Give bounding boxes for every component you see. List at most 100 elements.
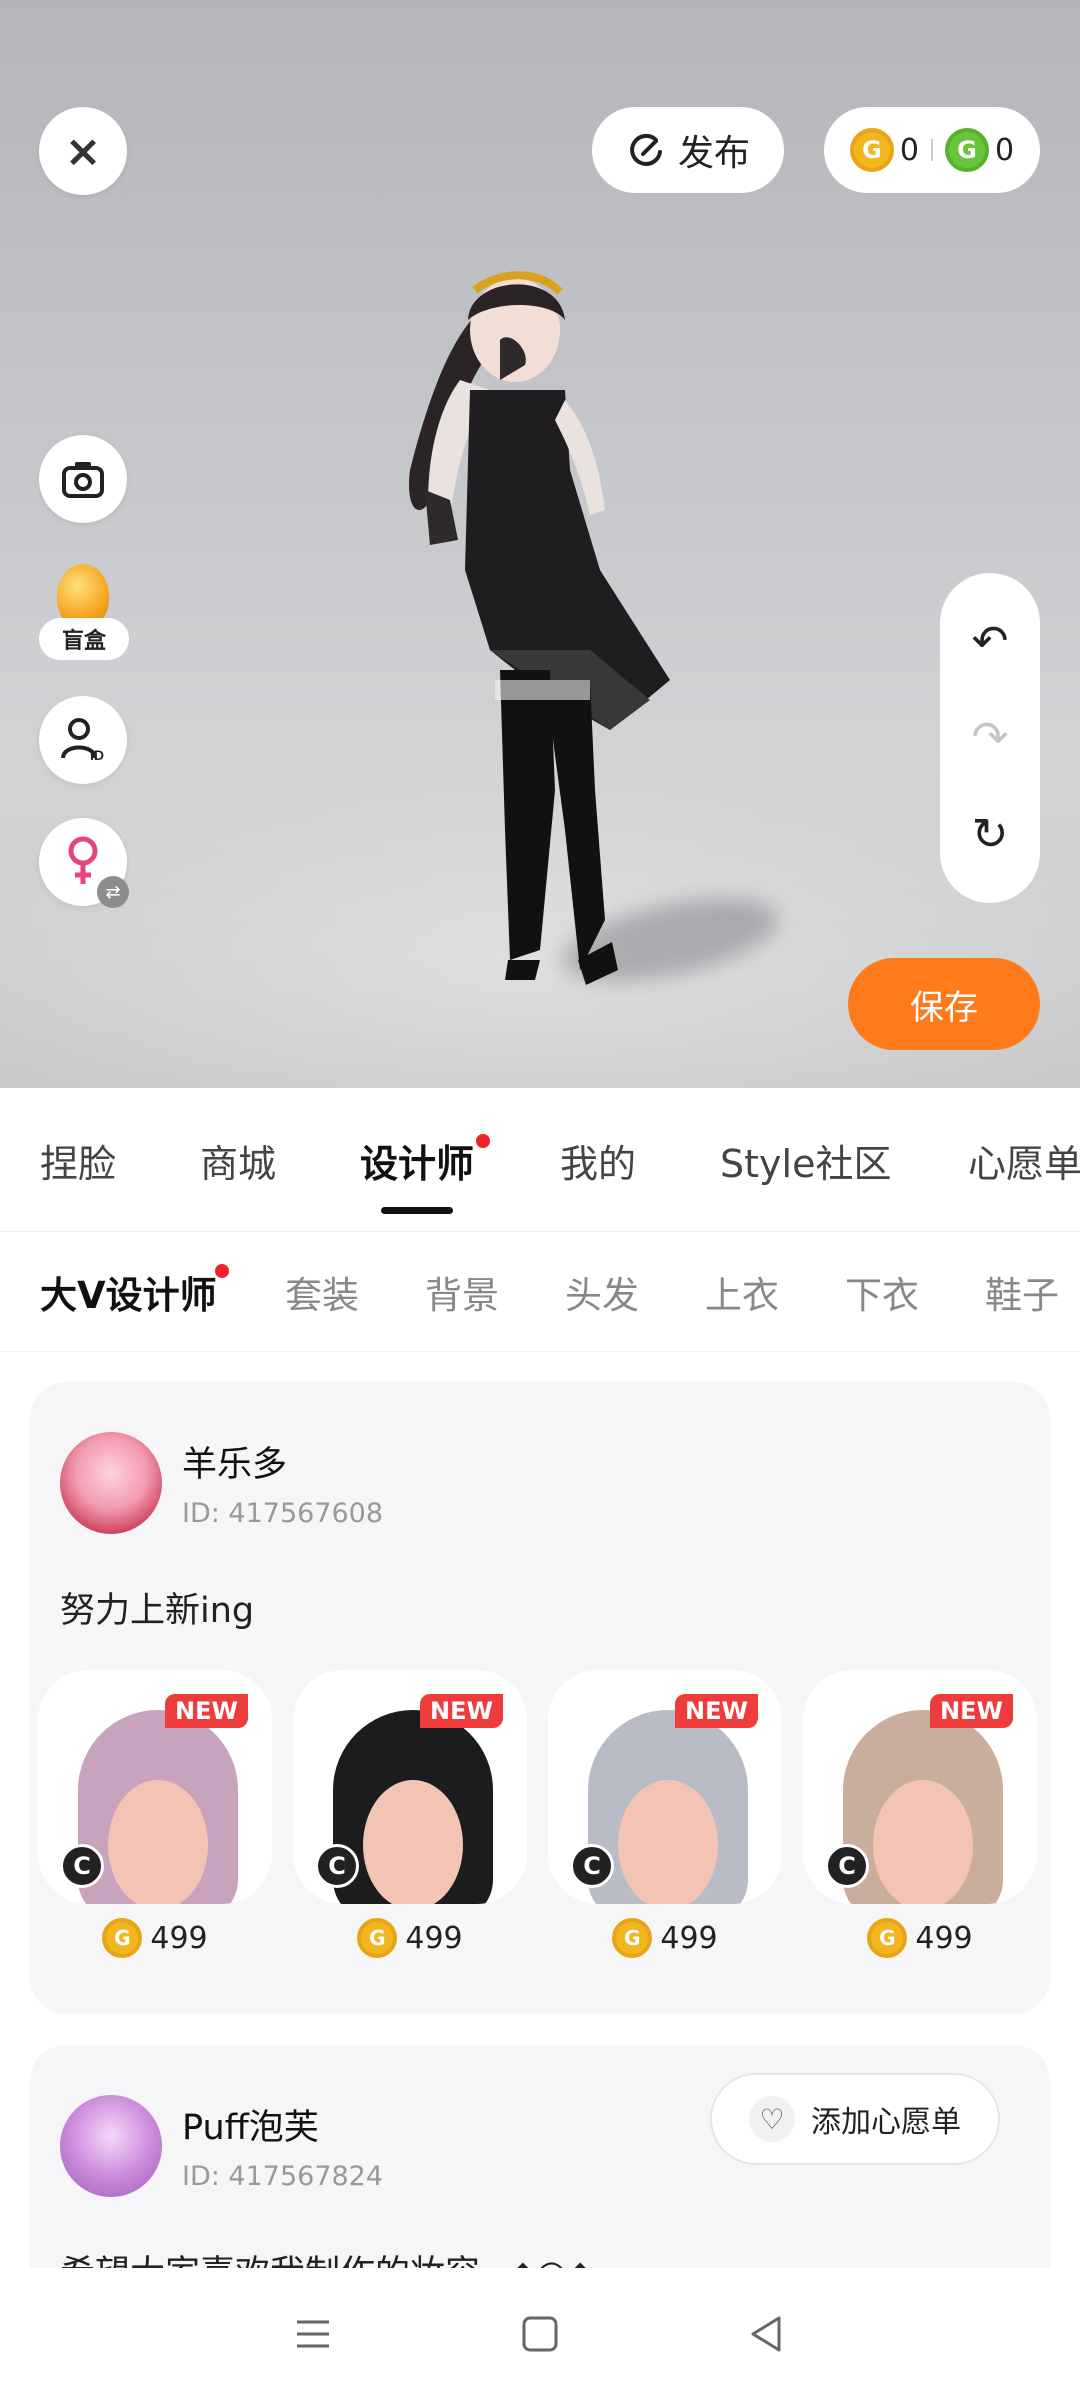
subtab-top[interactable]: 上衣 bbox=[705, 1232, 779, 1351]
price-value: 499 bbox=[405, 1920, 463, 1956]
subtab-hair[interactable]: 头发 bbox=[565, 1232, 639, 1351]
tab-label: 商城 bbox=[200, 1141, 277, 1186]
add-wishlist-button[interactable]: ♡ 添加心愿单 bbox=[710, 2073, 1000, 2165]
item-thumbnail: NEW C bbox=[803, 1670, 1037, 1904]
price-value: 499 bbox=[150, 1920, 208, 1956]
creator-icon: C bbox=[60, 1844, 104, 1888]
subtab-label: 套装 bbox=[285, 1274, 359, 1317]
notification-dot bbox=[214, 1264, 229, 1278]
item-card[interactable]: NEW C G 499 bbox=[38, 1670, 272, 1960]
close-button[interactable]: × bbox=[39, 107, 127, 195]
designer-id: ID: 417567608 bbox=[182, 1498, 384, 1529]
designer-id: ID: 417567824 bbox=[182, 2161, 384, 2192]
subtab-label: 鞋子 bbox=[985, 1274, 1059, 1317]
designer-name: 羊乐多 bbox=[182, 1445, 288, 1485]
wishlist-label: 添加心愿单 bbox=[811, 2105, 961, 2140]
tab-designer[interactable]: 设计师 bbox=[360, 1088, 491, 1231]
designer-card[interactable]: 羊乐多 ID: 417567608 努力上新ing NEW C G 499 NE… bbox=[30, 1382, 1050, 2014]
creator-icon: C bbox=[570, 1844, 614, 1888]
subtab-label: 头发 bbox=[565, 1274, 639, 1317]
new-badge: NEW bbox=[165, 1694, 248, 1728]
home-icon[interactable] bbox=[518, 2312, 562, 2356]
back-icon[interactable] bbox=[745, 2312, 789, 2356]
menu-icon[interactable] bbox=[291, 2312, 335, 2356]
face-preview bbox=[363, 1780, 463, 1904]
gold-coin-icon: G bbox=[867, 1918, 908, 1958]
subtab-label: 大V设计师 bbox=[40, 1274, 217, 1317]
new-badge: NEW bbox=[930, 1694, 1013, 1728]
designer-description: 希望大家喜欢我制作的妆容~◆○◆ bbox=[60, 2245, 594, 2268]
gold-coin-icon: G bbox=[612, 1918, 653, 1958]
svg-text:ID: ID bbox=[90, 747, 104, 763]
subtab-bottom[interactable]: 下衣 bbox=[845, 1232, 919, 1351]
sub-tab-bar: 大V设计师 套装 背景 头发 上衣 下衣 鞋子 bbox=[0, 1232, 1080, 1352]
history-panel: ↶ ↷ ↻ bbox=[940, 573, 1040, 903]
designer-description: 努力上新ing bbox=[60, 1591, 255, 1631]
subtab-label: 下衣 bbox=[845, 1274, 919, 1317]
reset-icon[interactable]: ↻ bbox=[972, 809, 1009, 860]
avatar[interactable] bbox=[60, 1432, 162, 1534]
item-thumbnail: NEW C bbox=[548, 1670, 782, 1904]
item-card[interactable]: NEW C G 499 bbox=[803, 1670, 1037, 1960]
gold-coin-icon: G bbox=[849, 128, 894, 172]
tab-face[interactable]: 捏脸 bbox=[40, 1088, 116, 1231]
face-preview bbox=[618, 1780, 718, 1904]
tab-label: 我的 bbox=[560, 1141, 637, 1186]
main-tab-bar: 捏脸 商城 设计师 我的 Style社区 心愿单 bbox=[0, 1088, 1080, 1232]
gender-switch-button[interactable]: ⇄ bbox=[39, 818, 129, 908]
swap-icon: ⇄ bbox=[97, 876, 129, 908]
subtab-shoes[interactable]: 鞋子 bbox=[985, 1232, 1059, 1351]
designer-card[interactable]: Puff泡芙 ID: 417567824 ♡ 添加心愿单 希望大家喜欢我制作的妆… bbox=[30, 2045, 1050, 2268]
price-value: 499 bbox=[915, 1920, 973, 1956]
item-thumbnail: NEW C bbox=[38, 1670, 272, 1904]
item-thumbnail: NEW C bbox=[293, 1670, 527, 1904]
tab-style-community[interactable]: Style社区 bbox=[720, 1088, 892, 1231]
tab-wishlist[interactable]: 心愿单 bbox=[968, 1088, 1080, 1231]
close-icon: × bbox=[64, 125, 102, 177]
designer-list[interactable]: 羊乐多 ID: 417567608 努力上新ing NEW C G 499 NE… bbox=[0, 1352, 1080, 2268]
item-card[interactable]: NEW C G 499 bbox=[548, 1670, 782, 1960]
female-icon bbox=[68, 836, 98, 884]
subtab-background[interactable]: 背景 bbox=[425, 1232, 499, 1351]
subtab-big-v-designer[interactable]: 大V设计师 bbox=[40, 1232, 229, 1351]
avatar-character[interactable] bbox=[350, 270, 720, 1030]
tab-mall[interactable]: 商城 bbox=[200, 1088, 277, 1231]
publish-button[interactable]: 发布 bbox=[592, 107, 784, 193]
camera-icon bbox=[62, 462, 104, 498]
blind-box-label: 盲盒 bbox=[39, 618, 129, 660]
heart-icon: ♡ bbox=[749, 2096, 795, 2142]
item-card[interactable]: NEW C G 499 bbox=[293, 1670, 527, 1960]
user-id-icon: ID bbox=[61, 718, 104, 763]
active-tab-indicator bbox=[381, 1207, 453, 1214]
avatar-id-button[interactable]: ID bbox=[39, 696, 127, 784]
coin-divider bbox=[931, 139, 933, 161]
blind-box-button[interactable]: 盲盒 bbox=[39, 558, 129, 662]
tab-mine[interactable]: 我的 bbox=[560, 1088, 637, 1231]
item-price: G 499 bbox=[548, 1918, 782, 1958]
subtab-label: 上衣 bbox=[705, 1274, 779, 1317]
avatar-stage[interactable]: × 发布 G 0 G 0 盲盒 ID ⇄ ↶ ↷ ↻ 保存 bbox=[0, 0, 1080, 1088]
publish-icon bbox=[630, 133, 662, 166]
redo-icon[interactable]: ↷ bbox=[972, 712, 1009, 763]
new-badge: NEW bbox=[420, 1694, 503, 1728]
creator-icon: C bbox=[825, 1844, 869, 1888]
designer-name: Puff泡芙 bbox=[182, 2108, 319, 2148]
face-preview bbox=[873, 1780, 973, 1904]
avatar[interactable] bbox=[60, 2095, 162, 2197]
creator-icon: C bbox=[315, 1844, 359, 1888]
item-price: G 499 bbox=[38, 1918, 272, 1958]
system-nav-bar bbox=[0, 2268, 1080, 2400]
tab-label: 设计师 bbox=[360, 1141, 475, 1186]
subtab-outfit[interactable]: 套装 bbox=[285, 1232, 359, 1351]
save-button[interactable]: 保存 bbox=[848, 958, 1040, 1050]
item-row: NEW C G 499 NEW C G 499 NEW C G 499 NEW … bbox=[38, 1670, 1048, 1970]
tab-label: Style社区 bbox=[720, 1141, 892, 1186]
notification-dot bbox=[476, 1134, 491, 1148]
publish-label: 发布 bbox=[677, 133, 750, 174]
undo-icon[interactable]: ↶ bbox=[972, 616, 1009, 667]
tab-label: 心愿单 bbox=[968, 1141, 1080, 1186]
gold-coin-icon: G bbox=[357, 1918, 398, 1958]
camera-button[interactable] bbox=[39, 435, 127, 523]
gold-coin-icon: G bbox=[102, 1918, 143, 1958]
currency-balance[interactable]: G 0 G 0 bbox=[824, 107, 1040, 193]
